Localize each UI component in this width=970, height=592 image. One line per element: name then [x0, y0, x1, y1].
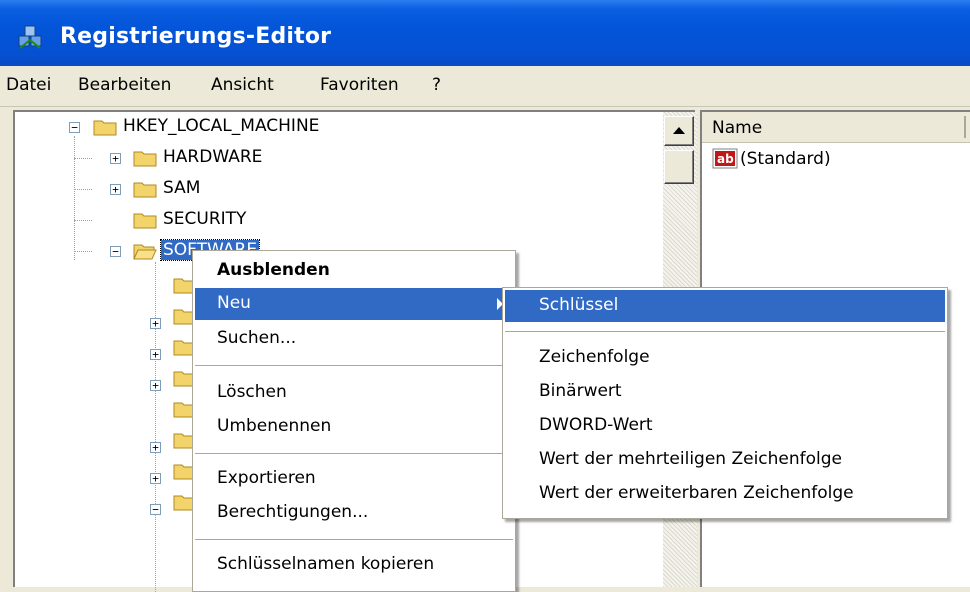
menu-item-umbenennen[interactable]: Umbenennen: [195, 411, 513, 443]
menu-item-expandable-string[interactable]: Wert der erweiterbaren Zeichenfolge: [505, 478, 945, 510]
menu-item-label: Schlüsselnamen kopieren: [217, 554, 435, 574]
menu-item-schluessel[interactable]: Schlüssel: [505, 290, 945, 322]
open-folder-icon: [133, 244, 157, 260]
menu-ansicht[interactable]: Ansicht: [211, 75, 274, 95]
expand-icon[interactable]: +: [150, 318, 161, 329]
arrow-up-icon: [673, 127, 685, 134]
expand-icon[interactable]: +: [110, 184, 121, 195]
menu-item-dword-wert[interactable]: DWORD-Wert: [505, 410, 945, 442]
column-header-label: Name: [712, 118, 763, 138]
menu-item-label: Neu: [217, 293, 251, 313]
menu-item-exportieren[interactable]: Exportieren: [195, 463, 513, 495]
menu-separator: [195, 453, 513, 454]
collapse-icon[interactable]: −: [150, 504, 161, 515]
menu-item-label: DWORD-Wert: [539, 415, 653, 435]
menu-item-schluesselnamen-kopieren[interactable]: Schlüsselnamen kopieren: [195, 549, 513, 581]
tree-item-hardware[interactable]: + HARDWARE: [15, 143, 415, 173]
scroll-up-button[interactable]: [664, 116, 694, 146]
menu-item-label: Wert der mehrteiligen Zeichenfolge: [539, 449, 843, 469]
folder-icon: [133, 151, 157, 167]
window-title: Registrierungs-Editor: [60, 24, 332, 49]
svg-text:ab: ab: [717, 152, 734, 166]
folder-icon: [93, 120, 117, 136]
collapse-icon[interactable]: −: [69, 122, 80, 133]
menu-item-label: Binärwert: [539, 381, 622, 401]
menu-item-label: Löschen: [217, 382, 287, 402]
menu-item-label: Umbenennen: [217, 416, 332, 436]
menu-item-label: Suchen...: [217, 328, 297, 348]
folder-icon: [133, 182, 157, 198]
collapse-icon[interactable]: −: [110, 246, 121, 257]
value-row-standard[interactable]: ab (Standard): [712, 148, 831, 170]
menu-item-multi-string[interactable]: Wert der mehrteiligen Zeichenfolge: [505, 444, 945, 476]
tree-item-label: SECURITY: [163, 209, 247, 229]
menu-separator: [195, 539, 513, 540]
menu-separator: [195, 365, 513, 366]
tree-item-security[interactable]: SECURITY: [15, 205, 415, 235]
menu-bearbeiten[interactable]: Bearbeiten: [78, 75, 171, 95]
menu-separator: [505, 331, 945, 332]
tree-item-label: HKEY_LOCAL_MACHINE: [123, 116, 320, 136]
menu-item-zeichenfolge[interactable]: Zeichenfolge: [505, 342, 945, 374]
value-name: (Standard): [740, 149, 831, 169]
menu-item-loeschen[interactable]: Löschen: [195, 377, 513, 409]
string-value-icon: ab: [712, 148, 738, 169]
new-submenu: Schlüssel Zeichenfolge Binärwert DWORD-W…: [502, 287, 948, 519]
menu-item-ausblenden[interactable]: Ausblenden: [195, 255, 513, 287]
menu-item-label: Ausblenden: [217, 260, 330, 280]
registry-editor-icon: [18, 25, 42, 49]
title-bar: Registrierungs-Editor: [0, 0, 970, 66]
scrollbar-thumb[interactable]: [664, 150, 694, 184]
expand-icon[interactable]: +: [150, 473, 161, 484]
menu-item-label: Zeichenfolge: [539, 347, 650, 367]
menu-bar: Datei Bearbeiten Ansicht Favoriten ?: [0, 66, 970, 107]
menu-item-berechtigungen[interactable]: Berechtigungen...: [195, 497, 513, 529]
expand-icon[interactable]: +: [150, 349, 161, 360]
menu-item-label: Wert der erweiterbaren Zeichenfolge: [539, 483, 854, 503]
tree-item-hkey-local-machine[interactable]: − HKEY_LOCAL_MACHINE: [15, 112, 415, 142]
tree-item-sam[interactable]: + SAM: [15, 174, 415, 204]
menu-help[interactable]: ?: [432, 75, 441, 95]
menu-favoriten[interactable]: Favoriten: [320, 75, 399, 95]
menu-item-label: Exportieren: [217, 468, 316, 488]
column-separator[interactable]: [964, 116, 966, 138]
tree-item-label: SAM: [163, 178, 201, 198]
menu-item-label: Schlüssel: [539, 295, 619, 315]
expand-icon[interactable]: +: [150, 442, 161, 453]
context-menu: Ausblenden Neu Suchen... Löschen Umbenen…: [192, 250, 516, 592]
folder-icon: [133, 213, 157, 229]
menu-datei[interactable]: Datei: [6, 75, 51, 95]
expand-icon[interactable]: +: [110, 153, 121, 164]
menu-item-binaerwert[interactable]: Binärwert: [505, 376, 945, 408]
menu-item-neu[interactable]: Neu: [195, 288, 513, 320]
tree-item-label: HARDWARE: [163, 147, 263, 167]
menu-item-label: Berechtigungen...: [217, 502, 369, 522]
menu-item-suchen[interactable]: Suchen...: [195, 323, 513, 355]
expand-icon[interactable]: +: [150, 380, 161, 391]
column-header-name[interactable]: Name: [702, 112, 970, 143]
tree-connector: [155, 262, 156, 592]
